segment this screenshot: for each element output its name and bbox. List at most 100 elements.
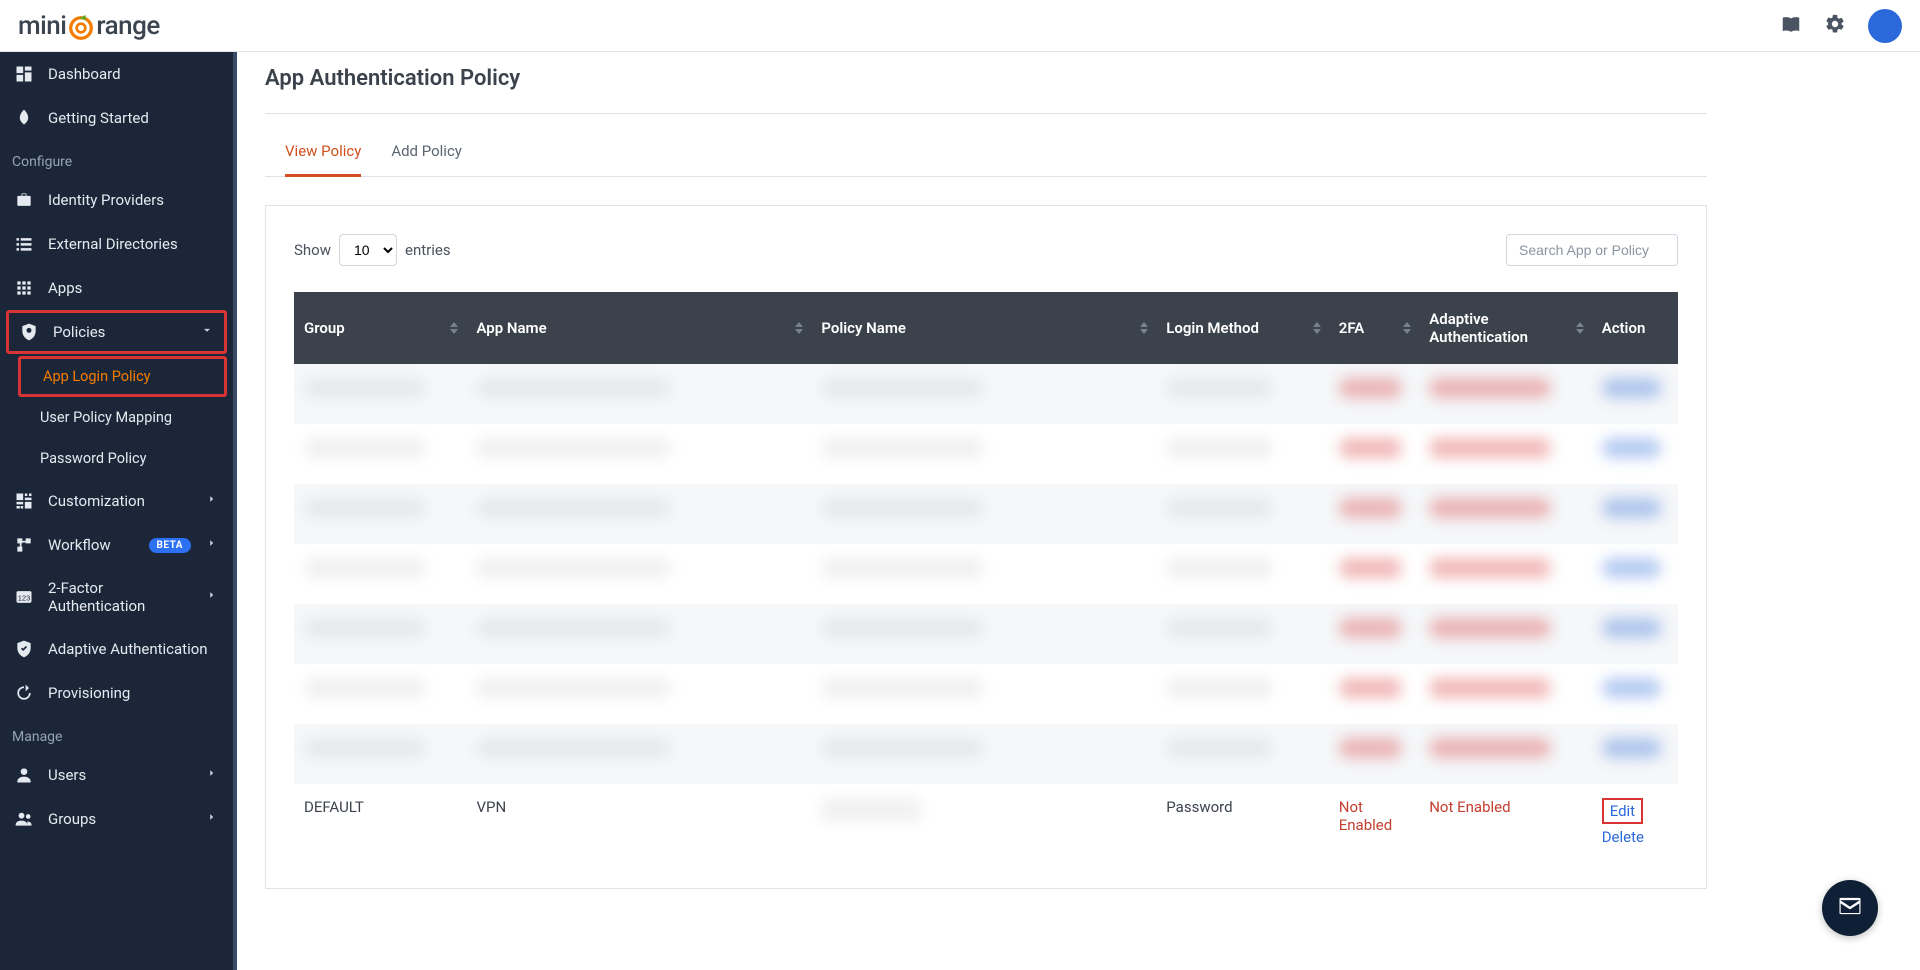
delete-link[interactable]: Delete (1602, 828, 1644, 846)
sidebar-section-manage: Manage (0, 715, 233, 753)
person-icon (14, 765, 34, 785)
gear-icon[interactable] (1824, 13, 1846, 39)
sidebar-item-label: Customization (48, 492, 145, 510)
sidebar: Dashboard Getting Started Configure Iden… (0, 52, 237, 970)
cell-policy-name (811, 784, 1156, 860)
search-input[interactable] (1506, 234, 1678, 266)
provision-icon (14, 683, 34, 703)
chevron-down-icon (200, 323, 214, 341)
sidebar-item-label: Workflow (48, 536, 111, 554)
show-label: Show (294, 241, 331, 259)
chevron-right-icon (205, 492, 219, 510)
sidebar-item-label: Dashboard (48, 65, 121, 83)
sidebar-item-customization[interactable]: Customization (0, 479, 233, 523)
sidebar-item-password-policy[interactable]: Password Policy (0, 438, 233, 479)
sidebar-item-label: Adaptive Authentication (48, 640, 208, 658)
sidebar-item-label: Apps (48, 279, 82, 297)
sidebar-item-label: External Directories (48, 235, 178, 253)
sidebar-item-policies[interactable]: Policies (9, 313, 224, 351)
sidebar-item-label: User Policy Mapping (40, 409, 172, 426)
cell-adaptive: Not Enabled (1419, 784, 1591, 860)
edit-link[interactable]: Edit (1610, 802, 1635, 820)
sidebar-item-users[interactable]: Users (0, 753, 233, 797)
sidebar-item-2fa[interactable]: 123 2-Factor Authentication (0, 567, 233, 627)
table-row (294, 364, 1678, 424)
sidebar-item-identity-providers[interactable]: Identity Providers (0, 178, 233, 222)
topbar: mini range (0, 0, 1920, 52)
sidebar-item-app-login-policy[interactable]: App Login Policy (21, 359, 224, 394)
svg-text:123: 123 (18, 593, 31, 602)
col-adaptive-auth[interactable]: Adaptive Authentication (1419, 292, 1591, 364)
people-icon (14, 809, 34, 829)
brand-right: range (96, 11, 159, 41)
menu-book-icon[interactable] (1780, 13, 1802, 39)
twofa-icon: 123 (14, 587, 34, 607)
sidebar-item-label: App Login Policy (43, 368, 151, 385)
entries-label: entries (405, 241, 451, 259)
sidebar-section-configure: Configure (0, 140, 233, 178)
sidebar-item-external-directories[interactable]: External Directories (0, 222, 233, 266)
sidebar-item-label: Identity Providers (48, 191, 164, 209)
page-title: App Authentication Policy (265, 60, 1707, 114)
briefcase-icon (14, 190, 34, 210)
sidebar-item-label: Password Policy (40, 450, 146, 467)
sidebar-item-groups[interactable]: Groups (0, 797, 233, 841)
dashboard-icon (14, 64, 34, 84)
table-row (294, 424, 1678, 484)
sidebar-item-label: Users (48, 766, 86, 784)
sidebar-item-label: 2-Factor Authentication (48, 579, 177, 615)
sidebar-item-workflow[interactable]: Workflow BETA (0, 523, 233, 567)
policy-table: Group App Name Policy Name (294, 292, 1678, 860)
contact-fab[interactable] (1822, 880, 1878, 936)
col-group[interactable]: Group (294, 292, 466, 364)
page-size-select[interactable]: 10 (339, 234, 397, 266)
beta-badge: BETA (149, 538, 192, 553)
col-2fa[interactable]: 2FA (1329, 292, 1419, 364)
brand-o-icon (68, 9, 94, 42)
sidebar-item-adaptive-auth[interactable]: Adaptive Authentication (0, 627, 233, 671)
col-policy-name[interactable]: Policy Name (811, 292, 1156, 364)
col-app-name[interactable]: App Name (466, 292, 811, 364)
col-login-method[interactable]: Login Method (1156, 292, 1328, 364)
sidebar-item-apps[interactable]: Apps (0, 266, 233, 310)
chevron-right-icon (205, 588, 219, 606)
table-row (294, 484, 1678, 544)
table-row (294, 664, 1678, 724)
mail-icon (1836, 892, 1864, 924)
cell-group: DEFAULT (294, 784, 466, 860)
sidebar-item-getting-started[interactable]: Getting Started (0, 96, 233, 140)
brand-logo[interactable]: mini range (18, 0, 160, 51)
table-row (294, 544, 1678, 604)
tab-add-policy[interactable]: Add Policy (391, 142, 462, 177)
tab-label: View Policy (285, 142, 361, 160)
cell-app-name: VPN (466, 784, 811, 860)
table-header-row: Group App Name Policy Name (294, 292, 1678, 364)
cell-2fa: Not Enabled (1329, 784, 1419, 860)
entries-selector: Show 10 entries (294, 234, 451, 266)
topbar-right (1780, 9, 1902, 43)
main-content: App Authentication Policy View Policy Ad… (237, 52, 1920, 970)
tabs: View Policy Add Policy (265, 114, 1707, 177)
rocket-icon (14, 108, 34, 128)
customize-icon (14, 491, 34, 511)
avatar[interactable] (1868, 9, 1902, 43)
shield-icon (19, 322, 39, 342)
table-row: DEFAULTVPNPasswordNot EnabledNot Enabled… (294, 784, 1678, 860)
shieldcheck-icon (14, 639, 34, 659)
cell-action: Edit Delete (1592, 784, 1678, 860)
sidebar-item-user-policy-mapping[interactable]: User Policy Mapping (0, 397, 233, 438)
chevron-right-icon (205, 766, 219, 784)
sidebar-item-label: Groups (48, 810, 96, 828)
apps-icon (14, 278, 34, 298)
sidebar-item-label: Getting Started (48, 109, 149, 127)
sidebar-item-provisioning[interactable]: Provisioning (0, 671, 233, 715)
chevron-right-icon (205, 810, 219, 828)
table-row (294, 724, 1678, 784)
list-icon (14, 234, 34, 254)
tab-label: Add Policy (391, 142, 462, 160)
brand-left: mini (18, 11, 66, 41)
cell-login-method: Password (1156, 784, 1328, 860)
sidebar-item-dashboard[interactable]: Dashboard (0, 52, 233, 96)
tab-view-policy[interactable]: View Policy (285, 142, 361, 177)
policy-card: Show 10 entries Group (265, 205, 1707, 889)
